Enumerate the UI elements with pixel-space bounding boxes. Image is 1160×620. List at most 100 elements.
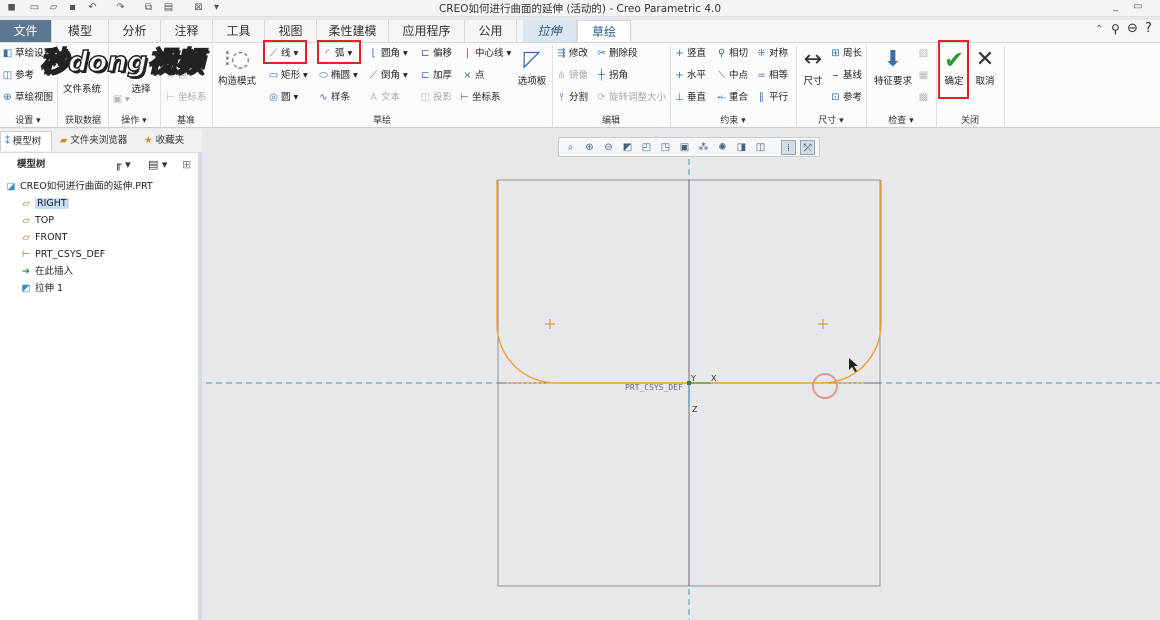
offset-button[interactable]: ⊏ 偏移 [420,47,452,61]
thicken-button[interactable]: ⊏ 加厚 [420,69,452,83]
tree-item-top[interactable]: ▱ TOP [19,213,54,229]
construction-mode-button[interactable]: ⁝◌ 构造模式 [215,47,259,87]
group-label-inspect[interactable]: 检查 ▾ [866,115,936,128]
constraint-display-icon[interactable]: ⤱ [800,140,815,155]
view-toolbar: ⌕ ⊕ ⊖ ◩ ◰ ◳ ▣ ⁂ ✺ ◨ ◫ ⁞ ⤱ [558,137,820,157]
tab-sketch[interactable]: 草绘 [577,20,631,42]
group-label-operations[interactable]: 操作 ▾ [108,115,160,128]
feature-requirements-button[interactable]: ⬇ 特征要求 [871,47,915,87]
chamfer-button[interactable]: ⟋ 倒角 ▾ [368,69,408,83]
file-system-button[interactable]: 文件系统 [60,81,104,95]
tree-item-insert-here[interactable]: ➔ 在此插入 [19,264,73,280]
tab-applications[interactable]: 应用程序 [389,20,465,42]
annotation-display-icon[interactable]: ◨ [734,140,749,155]
tab-flexible-modeling[interactable]: 柔性建模 [317,20,389,42]
tangent-constraint-button[interactable]: ⚲ 相切 [716,47,748,61]
spin-center-icon[interactable]: ✺ [715,140,730,155]
circle-button[interactable]: ◎ 圆 ▾ [268,91,298,105]
midpoint-constraint-button[interactable]: ⟍ 中点 [716,69,748,83]
equal-constraint-button[interactable]: = 相等 [756,69,788,83]
group-label-setup[interactable]: 设置 ▾ [0,115,56,128]
select-button[interactable]: 选择 [125,81,157,95]
graphics-window[interactable]: PRT_CSYS_DEF X Y Z [206,129,1160,620]
baseline-button[interactable]: ⎯ 基线 [830,69,862,83]
search-icon[interactable]: ⚲ [1111,22,1120,36]
dimension-button[interactable]: ↔ 尺寸 [799,47,827,87]
tree-settings-icon[interactable]: ╓ ▾ [115,155,131,175]
tab-favorites[interactable]: ★ 收藏夹 [140,131,198,151]
shade-closed-loops-icon[interactable]: ▩ [918,91,931,105]
group-label-dimension[interactable]: 尺寸 ▾ [796,115,866,128]
refit-icon[interactable]: ⌕ [563,140,578,155]
divide-button[interactable]: ⫯ 分割 [556,91,588,105]
tab-tools[interactable]: 工具 [213,20,265,42]
sketch-view-button[interactable]: ⊕ 草绘视图 [2,91,53,105]
ellipse-button[interactable]: ⬭ 椭圆 ▾ [318,69,358,83]
tab-file[interactable]: 文件 [0,20,52,42]
saved-orientations-icon[interactable]: ◳ [658,140,673,155]
tab-common[interactable]: 公用 [465,20,517,42]
model-tree-icon: ⁑ [5,136,10,147]
tab-folder-browser[interactable]: ▰ 文件夹浏览器 [56,131,136,151]
delete-segment-button[interactable]: ✂ 删除段 [596,47,637,61]
datum-csys-button[interactable]: ⊢ 坐标系 [165,91,206,105]
tab-extrude[interactable]: 拉伸 [523,20,577,42]
tree-header-label: 模型树 [17,159,46,170]
fillet-button[interactable]: ⌊ 圆角 ▾ [368,47,408,61]
help-icon[interactable]: ? [1145,21,1152,36]
highlight-open-ends-icon[interactable]: ▦ [918,69,931,83]
zoom-out-icon[interactable]: ⊖ [601,140,616,155]
cancel-button[interactable]: ✕ 取消 [971,47,999,87]
rectangle-button[interactable]: ▭ 矩形 ▾ [268,69,308,83]
restore-icon[interactable]: ▭ [1133,1,1142,12]
project-button[interactable]: ◫ 投影 [420,91,452,105]
reference-button[interactable]: ◫ 参考 [2,69,34,83]
group-label-constrain[interactable]: 约束 ▾ [670,115,796,128]
tree-item-front[interactable]: ▱ FRONT [19,230,67,246]
palette-button[interactable]: ◸ 选项板 [514,47,550,87]
sketch-canvas[interactable] [206,129,1160,620]
tab-view[interactable]: 视图 [265,20,317,42]
tree-item-right[interactable]: ▱ RIGHT [19,196,69,212]
sketch-csys-button[interactable]: ⊢ 坐标系 [459,91,500,105]
datum-display-icon[interactable]: ⁂ [696,140,711,155]
tab-analysis[interactable]: 分析 [109,20,161,42]
symmetric-constraint-button[interactable]: ⁜ 对称 [756,47,788,61]
perimeter-button[interactable]: ⊞ 周长 [830,47,862,61]
sketcher-display-icon[interactable]: ⁞ [781,140,796,155]
zoom-in-icon[interactable]: ⊕ [582,140,597,155]
overlapping-geometry-icon[interactable]: ▨ [918,47,931,61]
parallel-constraint-button[interactable]: ∥ 平行 [756,91,788,105]
coincident-constraint-button[interactable]: ⤝ 重合 [716,91,749,105]
watermark-logo: 秒dong视频 [39,44,204,79]
sketch-point-button[interactable]: × 点 [462,69,484,83]
tree-columns-icon[interactable]: ⊞ [182,155,191,175]
csys-icon: ⊢ [21,249,31,260]
tree-filter-icon[interactable]: ▤ ▾ [148,155,167,175]
settings-icon[interactable]: ⊖ [1127,21,1138,36]
tab-annotate[interactable]: 注释 [161,20,213,42]
tab-model[interactable]: 模型 [52,20,109,42]
tree-item-extrude[interactable]: ◩ 拉伸 1 [19,281,64,297]
repaint-icon[interactable]: ◩ [620,140,635,155]
mirror-button[interactable]: ⋔ 镜像 [556,69,588,83]
rotate-resize-button[interactable]: ⟳ 旋转调整大小 [596,91,666,105]
tree-item-csys[interactable]: ⊢ PRT_CSYS_DEF [19,247,105,263]
tab-model-tree[interactable]: ⁑ 模型树 [0,131,52,151]
sketch-view-icon[interactable]: ◫ [753,140,768,155]
minimize-icon[interactable]: _ [1113,1,1118,12]
tree-item-part[interactable]: ◪ CREO如何进行曲面的延伸.PRT [4,179,153,195]
vertical-constraint-button[interactable]: + 竖直 [674,47,706,61]
spline-button[interactable]: ∿ 样条 [318,91,350,105]
text-button[interactable]: A 文本 [368,91,400,105]
modify-button[interactable]: ⇶ 修改 [556,47,588,61]
datum-plane-icon: ▱ [22,232,30,243]
collapse-ribbon-icon[interactable]: ⌃ [1095,24,1103,35]
dimension-reference-button[interactable]: ⊡ 参考 [830,91,862,105]
display-style-icon[interactable]: ◰ [639,140,654,155]
horizontal-constraint-button[interactable]: + 水平 [674,69,706,83]
view-manager-icon[interactable]: ▣ [677,140,692,155]
centerline-button[interactable]: | 中心线 ▾ [462,47,512,61]
corner-button[interactable]: ┼ 拐角 [596,69,628,83]
perpendicular-constraint-button[interactable]: ⊥ 垂直 [674,91,706,105]
